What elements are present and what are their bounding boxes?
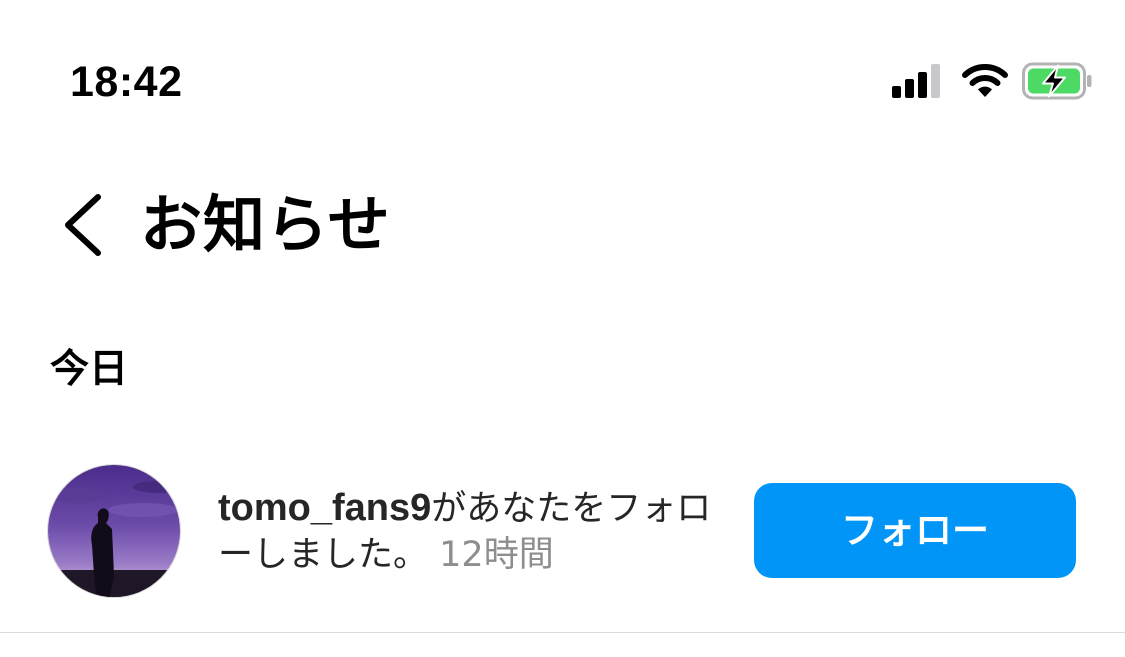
divider [0,632,1125,633]
follow-button[interactable]: フォロー [754,483,1076,578]
avatar[interactable] [48,465,180,597]
avatar-image [48,465,180,597]
wifi-icon [962,64,1008,97]
notification-username[interactable]: tomo_fans9 [218,487,431,529]
navigation-header: お知らせ [0,185,1125,265]
notification-time: 12時間 [439,535,554,575]
page-title: お知らせ [140,188,391,261]
notification-item[interactable]: tomo_fans9があなたをフォローしました。 12時間 フォロー [0,463,1125,599]
status-bar-time: 18:42 [70,58,183,106]
signal-icon [892,64,940,98]
section-title-today: 今日 [50,347,129,392]
battery-charging-icon [1022,62,1092,100]
notification-text: tomo_fans9があなたをフォローしました。 12時間 [218,485,718,578]
chevron-left-icon[interactable] [60,193,104,257]
status-bar-icons [892,62,1092,100]
